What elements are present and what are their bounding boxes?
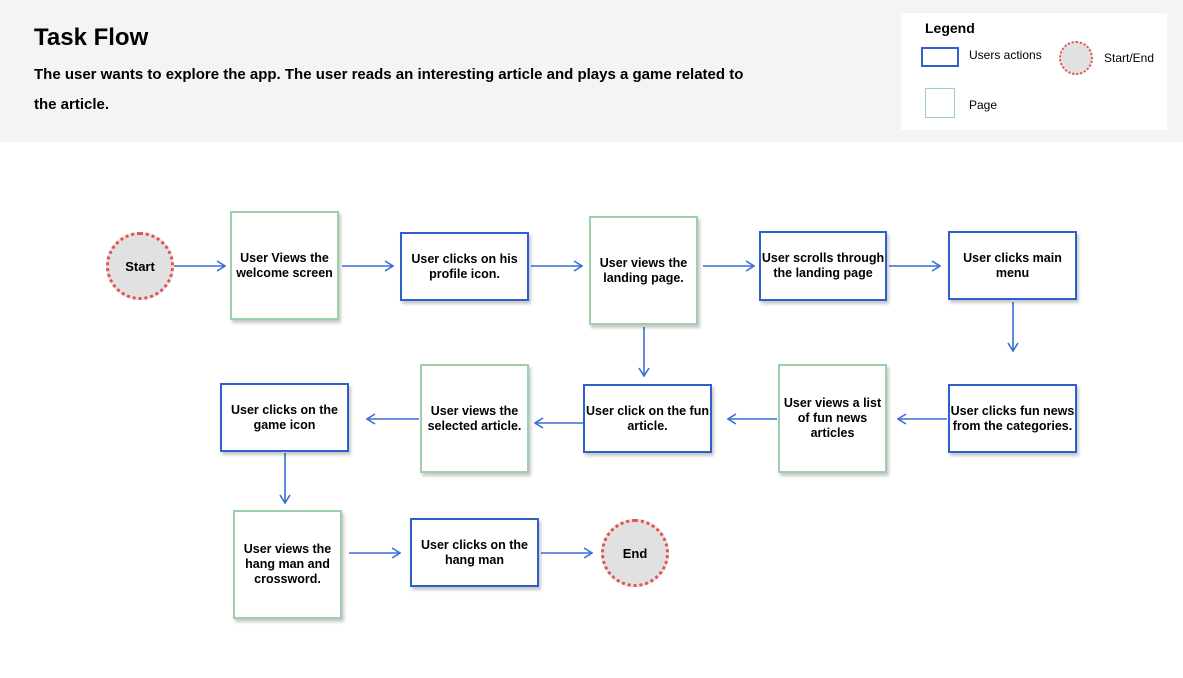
hangman-view-node: User views the hang man and crossword. (233, 510, 342, 619)
main-menu-node: User clicks main menu (948, 231, 1077, 300)
profile-icon-node: User clicks on his profile icon. (400, 232, 529, 301)
welcome-screen-node: User Views the welcome screen (230, 211, 339, 320)
fun-news-categories-node: User clicks fun news from the categories… (948, 384, 1077, 453)
hangman-click-node: User clicks on the hang man (410, 518, 539, 587)
landing-page-node: User views the landing page. (589, 216, 698, 325)
scroll-landing-node: User scrolls through the landing page (759, 231, 887, 301)
game-icon-node: User clicks on the game icon (220, 383, 349, 452)
selected-article-node: User views the selected article. (420, 364, 529, 473)
fun-news-list-node: User views a list of fun news articles (778, 364, 887, 473)
fun-article-node: User click on the fun article. (583, 384, 712, 453)
end-node: End (601, 519, 669, 587)
start-node: Start (106, 232, 174, 300)
flow-arrows (174, 0, 1183, 678)
